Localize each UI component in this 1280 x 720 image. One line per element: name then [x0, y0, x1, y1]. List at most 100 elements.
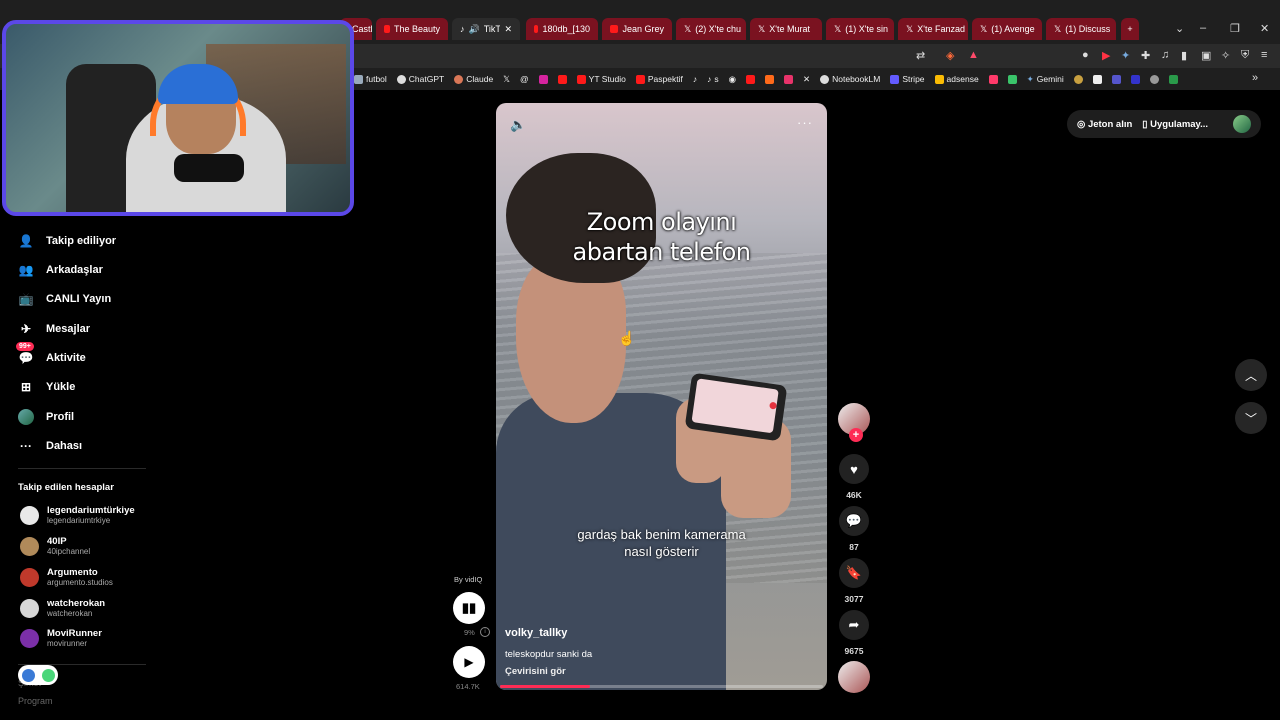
browser-tab[interactable]: The Beauty: [376, 18, 448, 40]
creator-avatar[interactable]: +: [838, 403, 870, 442]
browser-tab[interactable]: 𝕏 X'te Fanzad: [898, 18, 968, 40]
save-button[interactable]: 🔖: [839, 558, 869, 588]
sidebar-item-profile[interactable]: Profil: [18, 407, 74, 427]
bookmark-misc[interactable]: [1007, 74, 1017, 84]
new-tab-button[interactable]: +: [1121, 18, 1139, 40]
sound-avatar[interactable]: [838, 661, 870, 693]
get-app-button[interactable]: ▯ Uygulamay...: [1142, 119, 1208, 130]
floating-extension-widget[interactable]: [18, 665, 58, 685]
bookmark-tiktok[interactable]: ♪: [693, 74, 697, 84]
extension-icon[interactable]: ✦: [1121, 49, 1130, 62]
wallet-icon[interactable]: ▣: [1201, 49, 1211, 62]
puzzle-icon[interactable]: ✚: [1141, 49, 1150, 62]
info-icon[interactable]: i: [480, 627, 490, 637]
video-progress-bar[interactable]: [500, 685, 823, 688]
bookmark-misc[interactable]: [783, 74, 793, 84]
sidebar-item-activity[interactable]: 💬 99+ Aktivite: [16, 342, 86, 368]
bookmark-youtube[interactable]: [557, 74, 567, 84]
bookmark-misc[interactable]: [1092, 74, 1102, 84]
bookmark-yt-studio[interactable]: YT Studio: [576, 74, 626, 84]
bookmark-instagram[interactable]: [538, 74, 548, 84]
video-author[interactable]: volky_tallky: [505, 627, 567, 639]
vidiq-play-button[interactable]: ▶: [453, 646, 485, 678]
close-window-icon[interactable]: ✕: [1260, 22, 1269, 35]
bookmark-paspektif[interactable]: Paspektif: [635, 74, 683, 84]
brave-shield-icon[interactable]: ◈: [946, 49, 954, 62]
sidebar-item-more[interactable]: ··· Dahası: [18, 436, 82, 456]
extension-icon: [41, 668, 55, 682]
volume-icon[interactable]: 🔈: [510, 117, 526, 133]
vidiq-stats-button[interactable]: ▮▮: [453, 592, 485, 624]
save-count: 3077: [844, 594, 864, 604]
account-avatar: [20, 628, 39, 648]
bookmark-misc[interactable]: [764, 74, 774, 84]
sidebar-item-upload[interactable]: ⊞ Yükle: [18, 377, 75, 397]
share-button[interactable]: ➦: [839, 610, 869, 640]
bookmark-adsense[interactable]: adsense: [934, 74, 979, 84]
bookmark-misc[interactable]: [745, 74, 755, 84]
bookmark-misc[interactable]: ◉: [729, 74, 736, 85]
maximize-icon[interactable]: ❐: [1230, 22, 1240, 35]
more-bookmarks-icon[interactable]: »: [1252, 72, 1258, 84]
browser-tab[interactable]: 𝕏 (2) X'te chu: [676, 18, 746, 40]
browser-tab[interactable]: 𝕏 (1) X'te sin: [826, 18, 894, 40]
bookmark-misc[interactable]: ✕: [803, 74, 810, 85]
youtube-extension-icon[interactable]: ▶: [1102, 49, 1110, 62]
music-icon[interactable]: ♫: [1161, 49, 1169, 61]
get-coins-button[interactable]: ◎ Jeton alın: [1077, 119, 1132, 130]
tab-search-icon[interactable]: ⌄: [1175, 22, 1184, 35]
browser-tab[interactable]: 𝕏 (1) Discuss: [1046, 18, 1116, 40]
extension-icon[interactable]: ●: [1082, 49, 1089, 61]
minimize-icon[interactable]: –: [1200, 22, 1206, 34]
browser-tab-active[interactable]: ♪🔊TikTok✕: [452, 18, 520, 40]
bookmark-misc[interactable]: [1111, 74, 1121, 84]
comment-button[interactable]: 💬: [839, 506, 869, 536]
following-account[interactable]: legendariumtürkiye legendariumtrkiye: [20, 501, 135, 529]
bookmark-misc[interactable]: [988, 74, 998, 84]
following-account[interactable]: watcherokan watcherokan: [20, 594, 105, 622]
bookmark-misc[interactable]: [1168, 74, 1178, 84]
user-avatar[interactable]: [1233, 115, 1251, 133]
vpn-icon[interactable]: ⛨: [1241, 49, 1249, 62]
see-translation-link[interactable]: Çevirisini gör: [505, 666, 566, 677]
bookmark-x[interactable]: 𝕏: [503, 74, 510, 85]
bookmark-misc[interactable]: [1149, 74, 1159, 84]
close-tab-icon[interactable]: ✕: [504, 24, 512, 35]
bookmark-tiktok-s[interactable]: ♪ s: [707, 74, 719, 84]
bookmark-chatgpt[interactable]: ChatGPT: [396, 74, 444, 84]
bookmark-claude[interactable]: Claude: [454, 74, 493, 84]
following-accounts-title: Takip edilen hesaplar: [18, 482, 114, 493]
bookmark-stripe[interactable]: Stripe: [890, 74, 925, 84]
vidiq-percent: 9%: [464, 628, 475, 637]
bookmark-misc[interactable]: [1130, 74, 1140, 84]
bookmark-gemini[interactable]: ✦ Gemini: [1027, 74, 1064, 85]
follow-plus-icon[interactable]: +: [849, 428, 863, 442]
following-account[interactable]: MoviRunner movirunner: [20, 624, 102, 652]
bookmark-notebooklm[interactable]: NotebookLM: [820, 74, 880, 84]
bookmark-threads[interactable]: @: [520, 74, 529, 84]
browser-tab[interactable]: 180db_[130: [526, 18, 598, 40]
sidebar-item-live[interactable]: 📺 CANLI Yayın: [18, 289, 112, 309]
sidebar-item-friends[interactable]: 👥 Arkadaşlar: [18, 260, 103, 280]
sidebar-item-messages[interactable]: ✈ Mesajlar: [18, 319, 90, 339]
next-video-button[interactable]: ﹀: [1235, 402, 1267, 434]
browser-tab[interactable]: Jean Grey: [602, 18, 672, 40]
leo-icon[interactable]: ✧: [1221, 49, 1230, 62]
brave-rewards-icon[interactable]: ▲: [968, 49, 979, 61]
previous-video-button[interactable]: ︿: [1235, 359, 1267, 391]
more-options-icon[interactable]: ···: [797, 115, 813, 130]
app-icon: [1130, 74, 1140, 84]
sidebar-item-following[interactable]: 👤 Takip ediliyor: [18, 231, 117, 251]
browser-tab[interactable]: 𝕏 (1) Avenge: [972, 18, 1042, 40]
like-button[interactable]: ♥: [839, 454, 869, 484]
bookmark-misc[interactable]: [1073, 74, 1083, 84]
menu-icon[interactable]: ≡: [1261, 49, 1267, 61]
footer-link-program[interactable]: Program: [18, 696, 53, 706]
sidebar-icon[interactable]: ▮: [1181, 49, 1187, 62]
following-account[interactable]: Argumento argumento.studios: [20, 563, 113, 591]
bookmark-futbol[interactable]: futbol: [354, 74, 387, 84]
translate-icon[interactable]: ⇄: [916, 49, 925, 62]
browser-tab[interactable]: 𝕏 X'te Murat: [750, 18, 822, 40]
following-account[interactable]: 40IP 40ipchannel: [20, 532, 90, 560]
video-player[interactable]: 🔈 ··· Zoom olayını abartan telefon gardaş…: [496, 103, 827, 690]
